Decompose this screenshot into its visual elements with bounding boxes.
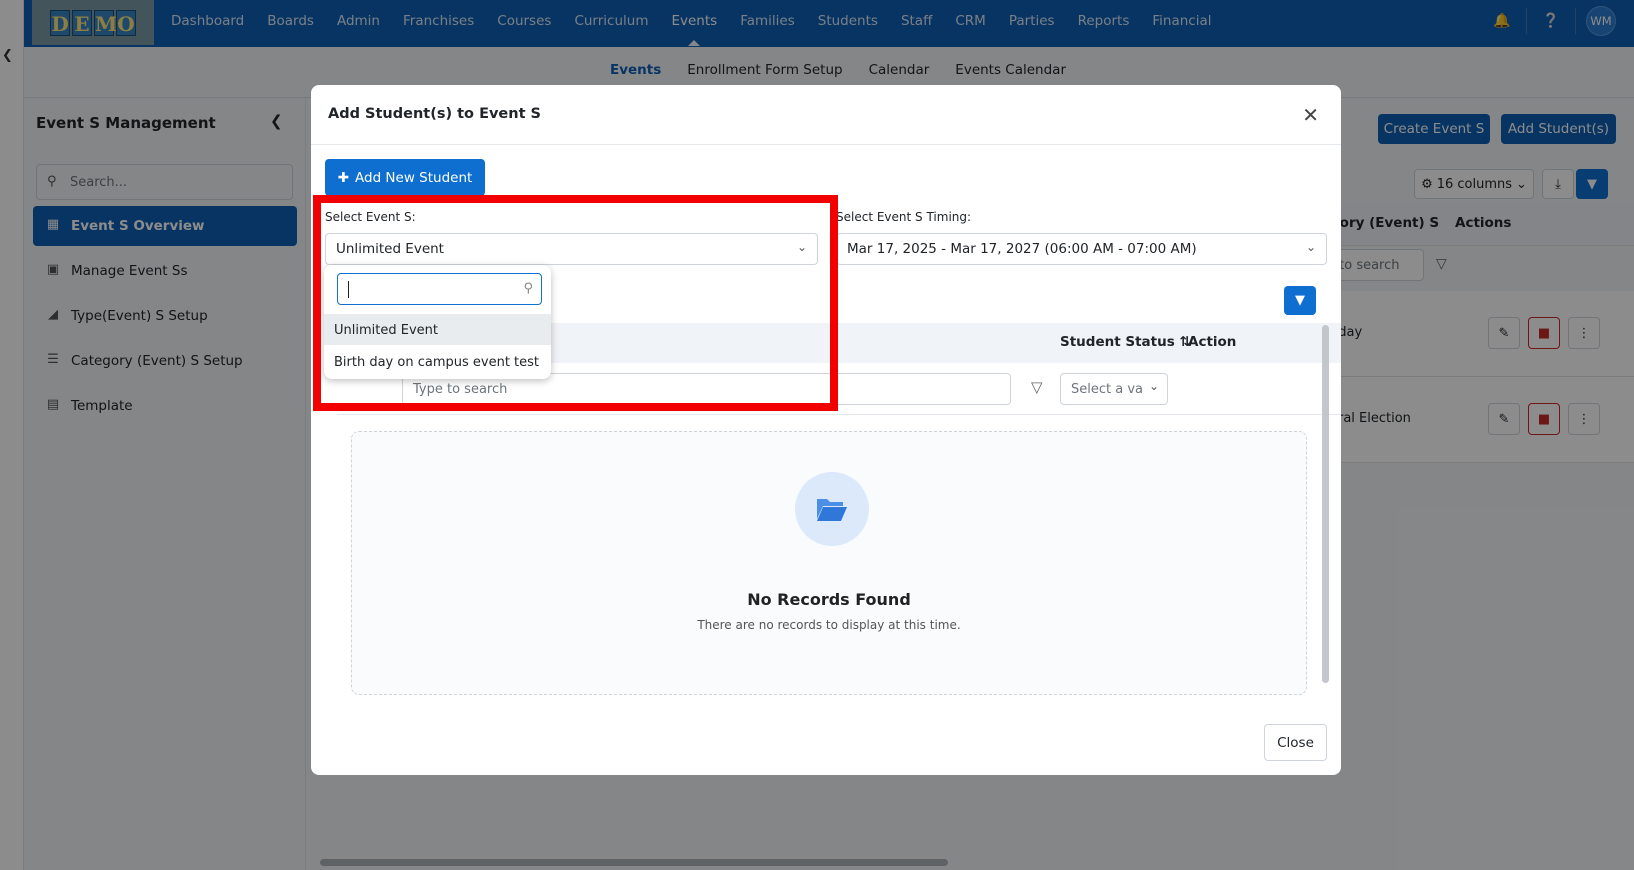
column-student-status[interactable]: Student Status ⇅	[1060, 334, 1191, 350]
select-timing-dropdown[interactable]: Mar 17, 2025 - Mar 17, 2027 (06:00 AM - …	[836, 233, 1327, 265]
highlight-box	[313, 195, 838, 411]
close-button[interactable]: Close	[1264, 724, 1327, 761]
empty-state: No Records Found There are no records to…	[351, 431, 1307, 695]
filter-icon[interactable]: ▼	[1284, 286, 1316, 315]
empty-state-icon-circle	[795, 472, 869, 546]
select-timing-label: Select Event S Timing:	[836, 210, 972, 224]
chevron-down-icon: ⌄	[1148, 379, 1159, 393]
select-timing-value: Mar 17, 2025 - Mar 17, 2027 (06:00 AM - …	[847, 241, 1197, 257]
add-new-student-label: Add New Student	[355, 169, 473, 186]
empty-subtitle: There are no records to display at this …	[697, 618, 961, 632]
add-students-modal: Add Student(s) to Event S ✕ ✚ Add New St…	[311, 85, 1341, 775]
status-select[interactable]: Select a va ⌄	[1060, 373, 1168, 405]
folder-open-icon	[817, 499, 847, 521]
chevron-down-icon: ⌄	[1305, 240, 1316, 254]
modal-header: Add Student(s) to Event S ✕	[311, 85, 1341, 145]
modal-title: Add Student(s) to Event S	[328, 106, 542, 122]
add-new-student-button[interactable]: ✚ Add New Student	[325, 159, 485, 196]
column-action: Action	[1188, 334, 1237, 350]
status-placeholder: Select a va	[1071, 382, 1143, 397]
user-plus-icon: ✚	[337, 169, 349, 186]
empty-title: No Records Found	[747, 590, 911, 609]
close-icon[interactable]: ✕	[1302, 103, 1319, 127]
modal-scrollbar[interactable]	[1322, 325, 1329, 683]
funnel-icon[interactable]: ▽	[1031, 378, 1043, 396]
